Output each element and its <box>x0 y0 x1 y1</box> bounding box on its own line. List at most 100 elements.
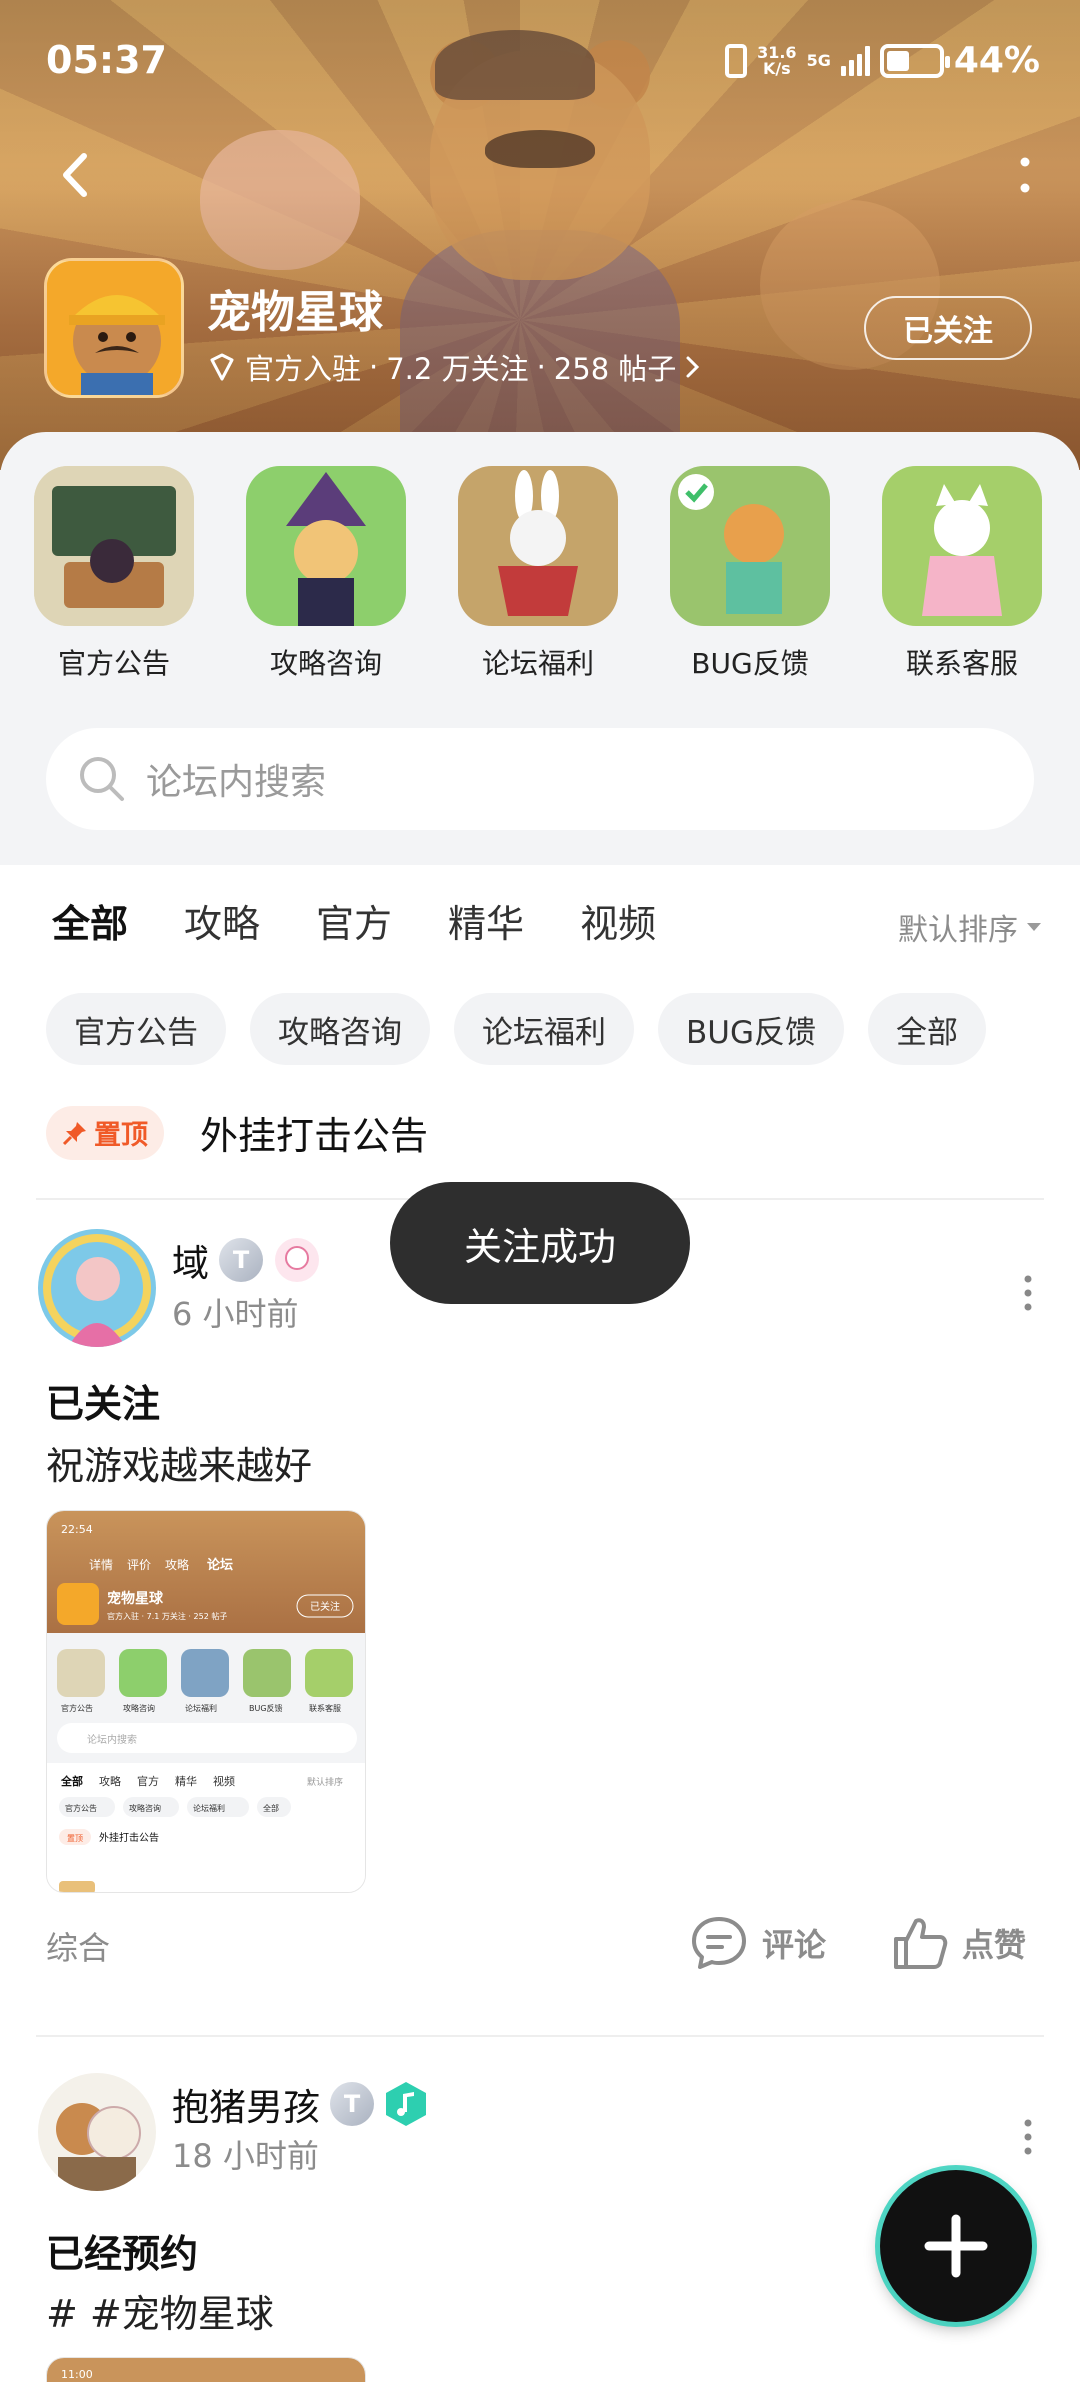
tab-featured[interactable]: 精华 <box>448 893 524 948</box>
svg-text:宠物星球: 宠物星球 <box>107 1590 164 1607</box>
svg-text:官方入驻 · 7.1 万关注 · 252 帖子: 官方入驻 · 7.1 万关注 · 252 帖子 <box>107 1611 227 1621</box>
svg-text:详情: 详情 <box>89 1557 113 1572</box>
fan-badge-icon <box>275 1238 319 1282</box>
triangle-down-icon <box>1027 923 1041 931</box>
svg-text:论坛: 论坛 <box>207 1557 233 1573</box>
username[interactable]: 域 <box>172 1233 209 1287</box>
quick-link-guide[interactable]: 攻略咨询 <box>246 466 406 682</box>
network-speed: 31.6 K/s <box>757 42 797 78</box>
tab-guide[interactable]: 攻略 <box>184 893 260 948</box>
signal-icon <box>840 45 870 76</box>
post-title: 已经预约 <box>46 2232 199 2276</box>
official-verified-icon <box>210 353 234 381</box>
status-bar: 05:37 31.6 K/s 5G 44% <box>0 0 1080 120</box>
vibrate-icon <box>725 43 748 78</box>
chip-all[interactable]: 全部 <box>867 993 986 1065</box>
back-arrow-icon[interactable] <box>52 150 102 200</box>
battery-percent: 44% <box>953 40 1040 81</box>
tab-all[interactable]: 全部 <box>52 893 128 948</box>
post-more-icon[interactable] <box>1018 1273 1038 1313</box>
like-button[interactable]: 点赞 <box>892 1915 1026 1971</box>
follow-button[interactable]: 已关注 <box>864 296 1032 360</box>
forum-search-input[interactable]: 论坛内搜索 <box>46 728 1034 830</box>
posts-count: 258 帖子 <box>553 352 677 386</box>
quick-link-official-notice[interactable]: 官方公告 <box>34 466 194 682</box>
svg-text:论坛内搜索: 论坛内搜索 <box>87 1733 137 1746</box>
svg-text:攻略咨询: 攻略咨询 <box>123 1703 155 1713</box>
toast-message: 关注成功 <box>390 1182 690 1304</box>
post-image[interactable]: 22:54 详情 评价 攻略 论坛 宠物星球 官方入驻 · 7.1 万关注 · … <box>46 1510 366 1893</box>
music-badge-icon <box>386 2082 426 2126</box>
chip-guide[interactable]: 攻略咨询 <box>250 993 430 1065</box>
post-more-icon[interactable] <box>1018 2117 1038 2157</box>
post-category: 综合 <box>46 1929 111 1967</box>
plus-icon <box>924 2214 988 2278</box>
comment-icon <box>692 1917 746 1969</box>
feed-tabs: 全部 攻略 官方 精华 视频 <box>52 893 656 948</box>
create-post-button[interactable] <box>880 2170 1032 2322</box>
svg-text:攻略咨询: 攻略咨询 <box>129 1803 161 1813</box>
battery-icon <box>879 43 950 78</box>
svg-text:官方公告: 官方公告 <box>65 1803 97 1813</box>
post-feed: 全部 攻略 官方 精华 视频 默认排序 官方公告 攻略咨询 论坛福利 BUG反馈… <box>0 865 1080 2382</box>
svg-text:联系客服: 联系客服 <box>309 1703 341 1713</box>
svg-text:全部: 全部 <box>263 1803 279 1813</box>
chip-official-notice[interactable]: 官方公告 <box>46 993 226 1065</box>
svg-text:攻略: 攻略 <box>99 1774 121 1788</box>
forum-meta[interactable]: 官方入驻 · 7.2 万关注 · 258 帖子 <box>207 346 702 388</box>
svg-text:精华: 精华 <box>175 1774 197 1788</box>
svg-text:置顶: 置顶 <box>67 1834 83 1843</box>
game-app-icon[interactable] <box>44 258 184 398</box>
thumbs-up-icon <box>894 1918 948 1969</box>
status-time: 05:37 <box>46 38 167 82</box>
post-body: # #宠物星球 <box>46 2292 274 2336</box>
pin-icon <box>62 1121 86 1145</box>
official-label: 官方入驻 <box>245 352 362 386</box>
more-options-icon[interactable] <box>1010 150 1040 200</box>
pinned-badge: 置顶 <box>46 1105 164 1160</box>
quick-link-image <box>882 466 1042 626</box>
quick-link-welfare[interactable]: 论坛福利 <box>458 466 618 682</box>
pinned-title: 外挂打击公告 <box>200 1114 429 1158</box>
svg-text:视频: 视频 <box>213 1774 235 1788</box>
svg-text:论坛福利: 论坛福利 <box>193 1803 225 1813</box>
quick-link-image <box>34 466 194 626</box>
comment-button[interactable]: 评论 <box>690 1915 826 1971</box>
tab-video[interactable]: 视频 <box>580 893 656 948</box>
svg-text:默认排序: 默认排序 <box>307 1776 343 1788</box>
svg-text:官方公告: 官方公告 <box>61 1703 93 1713</box>
quick-link-bug-report[interactable]: BUG反馈 <box>670 466 830 682</box>
post-title: 已关注 <box>46 1382 161 1426</box>
svg-text:官方: 官方 <box>137 1774 159 1788</box>
quick-link-image <box>246 466 406 626</box>
post-time: 6 小时前 <box>172 1295 299 1333</box>
post-body: 祝游戏越来越好 <box>46 1444 313 1488</box>
svg-text:论坛福利: 论坛福利 <box>185 1703 217 1713</box>
level-badge: T <box>330 2082 374 2126</box>
quick-link-image <box>670 466 830 626</box>
divider <box>36 2035 1044 2037</box>
username[interactable]: 抱猪男孩 <box>172 2077 320 2131</box>
search-icon <box>80 757 124 801</box>
followers-count: 7.2 万关注 <box>386 352 529 386</box>
svg-text:已关注: 已关注 <box>310 1600 340 1613</box>
chip-bug-report[interactable]: BUG反馈 <box>658 993 844 1065</box>
svg-text:外挂打击公告: 外挂打击公告 <box>99 1831 159 1844</box>
forum-title: 宠物星球 <box>207 287 383 338</box>
post-image[interactable]: 11:00 <box>46 2357 366 2382</box>
network-type: 5G <box>806 50 831 70</box>
svg-text:全部: 全部 <box>60 1774 83 1788</box>
avatar[interactable] <box>38 1229 156 1347</box>
svg-text:BUG反馈: BUG反馈 <box>249 1703 283 1713</box>
svg-text:攻略: 攻略 <box>165 1557 189 1572</box>
pinned-post[interactable]: 置顶 外挂打击公告 <box>46 1105 428 1160</box>
sort-dropdown[interactable]: 默认排序 <box>898 905 1042 949</box>
avatar[interactable] <box>38 2073 156 2191</box>
quick-link-customer-service[interactable]: 联系客服 <box>882 466 1042 682</box>
chip-welfare[interactable]: 论坛福利 <box>454 993 634 1065</box>
tab-official[interactable]: 官方 <box>316 893 392 948</box>
category-chips: 官方公告 攻略咨询 论坛福利 BUG反馈 全部 <box>46 993 986 1065</box>
search-placeholder: 论坛内搜索 <box>146 762 327 803</box>
quick-link-image <box>458 466 618 626</box>
level-badge: T <box>219 1238 263 1282</box>
